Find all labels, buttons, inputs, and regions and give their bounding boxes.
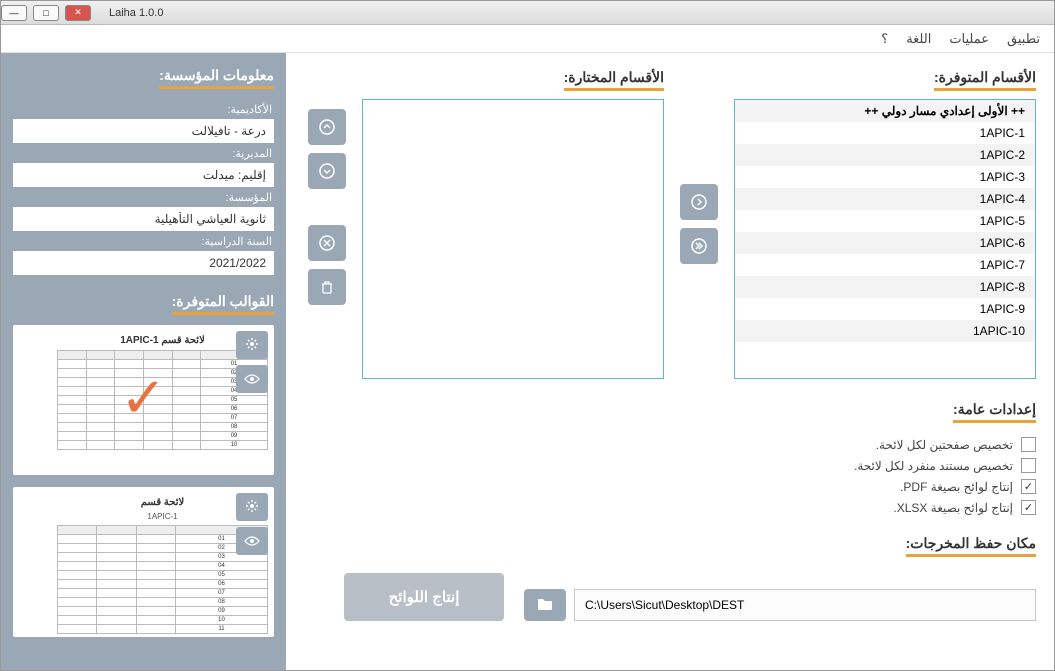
chevron-down-circle-icon — [319, 163, 335, 179]
browse-folder-button[interactable] — [524, 589, 566, 621]
template-preview-button[interactable] — [236, 365, 268, 393]
close-circle-icon — [319, 235, 335, 251]
remove-button[interactable] — [308, 225, 346, 261]
direction-label: المديرية: — [13, 147, 272, 160]
move-right-button[interactable] — [680, 184, 718, 220]
template-card-2[interactable]: لائحة قسم 1APIC-1 01 02 03 04 05 06 07 0… — [13, 487, 274, 637]
template-settings-button[interactable] — [236, 331, 268, 359]
maximize-button[interactable]: □ — [33, 5, 59, 21]
xlsx-checkbox[interactable] — [1021, 500, 1036, 515]
list-item[interactable]: ++ الأولى إعدادي مسار دولي ++ — [735, 100, 1035, 122]
close-button[interactable]: ✕ — [65, 5, 91, 21]
year-label: السنة الدراسية: — [13, 235, 272, 248]
minimize-button[interactable]: — — [1, 5, 27, 21]
list-item[interactable]: 1APIC-6 — [735, 232, 1035, 254]
two-pages-label: تخصيص صفحتين لكل لائحة. — [876, 438, 1013, 452]
institution-info-title: معلومات المؤسسة: — [159, 67, 274, 89]
general-settings-title: إعدادات عامة: — [953, 401, 1036, 423]
move-all-right-button[interactable] — [680, 228, 718, 264]
window-title: Laiha 1.0.0 — [109, 7, 163, 19]
chevron-up-circle-icon — [319, 119, 335, 135]
chevron-double-right-circle-icon — [691, 238, 707, 254]
template-card-1[interactable]: ✓ لائحة قسم 1APIC-1 01 02 03 04 05 06 07 — [13, 325, 274, 475]
output-location-title: مكان حفظ المخرجات: — [906, 535, 1036, 557]
eye-icon — [244, 374, 260, 384]
xlsx-label: إنتاج لوائح بصيغة XLSX. — [893, 501, 1013, 515]
template-settings-button[interactable] — [236, 493, 268, 521]
titlebar: ✕ □ — Laiha 1.0.0 — [1, 1, 1054, 25]
menu-help[interactable]: ؟ — [881, 31, 888, 47]
list-item[interactable]: 1APIC-10 — [735, 320, 1035, 342]
selected-sections-list[interactable] — [362, 99, 664, 379]
move-down-button[interactable] — [308, 153, 346, 189]
year-input[interactable] — [13, 251, 274, 275]
two-pages-checkbox[interactable] — [1021, 437, 1036, 452]
list-item[interactable]: 1APIC-7 — [735, 254, 1035, 276]
direction-input[interactable] — [13, 163, 274, 187]
list-item[interactable]: 1APIC-5 — [735, 210, 1035, 232]
trash-icon — [320, 280, 334, 294]
list-item[interactable]: 1APIC-8 — [735, 276, 1035, 298]
templates-title: القوالب المتوفرة: — [172, 293, 274, 315]
menu-ops[interactable]: عمليات — [949, 31, 989, 47]
list-item[interactable]: 1APIC-2 — [735, 144, 1035, 166]
academy-input[interactable] — [13, 119, 274, 143]
academy-label: الأكاديمية: — [13, 103, 272, 116]
school-label: المؤسسة: — [13, 191, 272, 204]
template-preview-button[interactable] — [236, 527, 268, 555]
gear-icon — [245, 499, 259, 513]
delete-button[interactable] — [308, 269, 346, 305]
pdf-label: إنتاج لوائح بصيغة PDF. — [900, 480, 1013, 494]
separate-doc-label: تخصيص مستند منفرد لكل لائحة. — [854, 459, 1013, 473]
menu-lang[interactable]: اللغة — [906, 31, 931, 47]
chevron-right-circle-icon — [691, 194, 707, 210]
list-item[interactable]: 1APIC-4 — [735, 188, 1035, 210]
available-sections-list[interactable]: ++ الأولى إعدادي مسار دولي ++1APIC-11API… — [734, 99, 1036, 379]
menu-app[interactable]: تطبيق — [1007, 31, 1040, 47]
generate-button[interactable]: إنتاج اللوائح — [344, 573, 504, 621]
eye-icon — [244, 536, 260, 546]
move-up-button[interactable] — [308, 109, 346, 145]
list-item[interactable]: 1APIC-9 — [735, 298, 1035, 320]
output-path-input[interactable] — [574, 589, 1036, 621]
pdf-checkbox[interactable] — [1021, 479, 1036, 494]
check-icon: ✓ — [120, 365, 167, 431]
folder-icon — [537, 597, 553, 611]
gear-icon — [245, 337, 259, 351]
separate-doc-checkbox[interactable] — [1021, 458, 1036, 473]
school-input[interactable] — [13, 207, 274, 231]
list-item[interactable]: 1APIC-3 — [735, 166, 1035, 188]
available-sections-title: الأقسام المتوفرة: — [934, 69, 1036, 91]
selected-sections-title: الأقسام المختارة: — [564, 69, 664, 91]
list-item[interactable]: 1APIC-1 — [735, 122, 1035, 144]
menubar: تطبيق عمليات اللغة ؟ — [1, 25, 1054, 53]
